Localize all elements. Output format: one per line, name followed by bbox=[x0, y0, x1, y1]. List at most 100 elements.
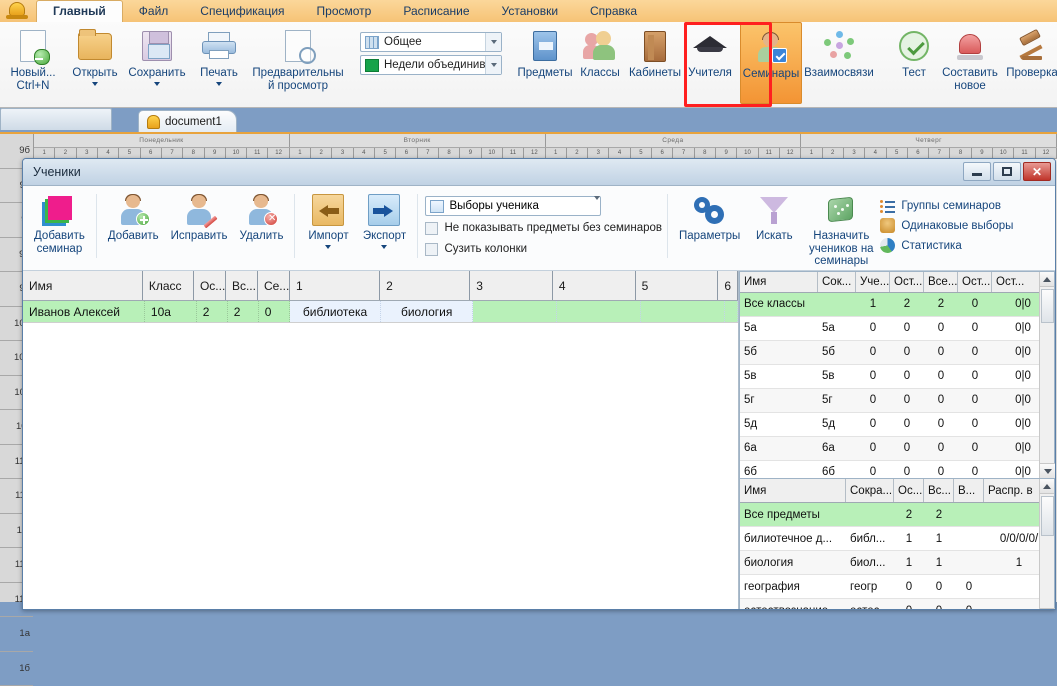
add-seminar-button[interactable]: Добавить семинар bbox=[28, 186, 91, 268]
table-cell[interactable]: 0 bbox=[894, 599, 924, 610]
table-cell[interactable]: геогр bbox=[846, 575, 894, 598]
save-button[interactable]: Сохранить bbox=[126, 22, 188, 104]
table-cell[interactable]: 1 bbox=[856, 293, 890, 316]
student-choices-combo[interactable]: Выборы ученика bbox=[425, 196, 601, 216]
table-cell[interactable]: 2 bbox=[197, 301, 228, 322]
table-cell[interactable]: 10а bbox=[145, 301, 197, 322]
table-cell[interactable]: 0 bbox=[958, 389, 992, 412]
table-cell[interactable]: 0 bbox=[890, 437, 924, 460]
ribbon-tab-prosmotr[interactable]: Просмотр bbox=[301, 1, 388, 22]
subjects-column-header[interactable]: Вс... bbox=[924, 479, 954, 502]
table-cell[interactable]: 0 bbox=[890, 365, 924, 388]
table-row[interactable]: естествознаниеестес...000 bbox=[740, 599, 1054, 610]
table-cell[interactable]: 0 bbox=[958, 461, 992, 478]
table-cell[interactable]: 0 bbox=[958, 293, 992, 316]
table-cell[interactable]: Все предметы bbox=[740, 503, 846, 526]
table-cell[interactable]: 5б bbox=[818, 341, 856, 364]
table-cell[interactable]: 0 bbox=[856, 389, 890, 412]
print-preview-button[interactable]: Предварительный просмотр bbox=[250, 22, 346, 104]
table-row[interactable]: билиотечное д...библ...110/0/0/0/ bbox=[740, 527, 1054, 551]
relations-button[interactable]: Взаимосвязи bbox=[802, 22, 876, 104]
import-dropdown-arrow-icon[interactable] bbox=[325, 245, 331, 249]
table-cell[interactable]: 1 bbox=[894, 551, 924, 574]
table-cell[interactable]: 1 bbox=[924, 551, 954, 574]
classes-table-scrollbar[interactable] bbox=[1039, 272, 1054, 478]
table-cell[interactable]: 5а bbox=[740, 317, 818, 340]
table-cell[interactable]: 0 bbox=[924, 317, 958, 340]
table-cell[interactable]: Иванов Алексей bbox=[23, 301, 145, 322]
students-column-header[interactable]: 3 bbox=[470, 271, 553, 300]
table-row[interactable]: 5д5д00000|0 bbox=[740, 413, 1054, 437]
ribbon-tab-spravka[interactable]: Справка bbox=[574, 1, 653, 22]
table-cell[interactable]: 1 bbox=[894, 527, 924, 550]
table-cell[interactable]: 0 bbox=[954, 575, 984, 598]
table-cell[interactable]: 0 bbox=[856, 461, 890, 478]
students-column-header[interactable]: Ос... bbox=[194, 271, 226, 300]
save-dropdown-arrow-icon[interactable] bbox=[154, 82, 160, 86]
table-cell[interactable] bbox=[954, 551, 984, 574]
table-cell[interactable]: 0 bbox=[890, 461, 924, 478]
view-mode-combo[interactable]: Общее bbox=[360, 32, 502, 52]
scroll-up-icon[interactable] bbox=[1040, 479, 1054, 494]
table-cell[interactable]: 5в bbox=[740, 365, 818, 388]
table-cell[interactable] bbox=[954, 503, 984, 526]
table-cell[interactable]: 5а bbox=[818, 317, 856, 340]
ribbon-tab-specifikaciya[interactable]: Спецификация bbox=[184, 1, 300, 22]
table-cell[interactable]: 2 bbox=[924, 503, 954, 526]
table-cell[interactable]: 0 bbox=[924, 461, 958, 478]
minimize-button[interactable] bbox=[963, 162, 991, 181]
table-cell[interactable]: 0 bbox=[856, 437, 890, 460]
table-row[interactable]: 5а5а00000|0 bbox=[740, 317, 1054, 341]
table-cell[interactable]: 0 bbox=[958, 365, 992, 388]
subjects-table-scrollbar[interactable] bbox=[1039, 479, 1054, 610]
student-choices-chevron-down-icon[interactable] bbox=[594, 200, 600, 212]
table-cell[interactable] bbox=[641, 301, 725, 322]
open-dropdown-arrow-icon[interactable] bbox=[92, 82, 98, 86]
table-cell[interactable]: 0 bbox=[924, 599, 954, 610]
table-row[interactable]: Иванов Алексей10а220библиотекабиология bbox=[23, 301, 738, 323]
table-cell[interactable]: 0 bbox=[958, 341, 992, 364]
subjects-column-header[interactable]: Ос... bbox=[894, 479, 924, 502]
table-row[interactable]: 5б5б00000|0 bbox=[740, 341, 1054, 365]
table-cell[interactable]: 0 bbox=[958, 317, 992, 340]
teachers-button[interactable]: Учителя bbox=[684, 22, 736, 104]
table-row[interactable]: географиягеогр000 bbox=[740, 575, 1054, 599]
table-cell[interactable]: 6б bbox=[740, 461, 818, 478]
ribbon-tab-ustanovki[interactable]: Установки bbox=[486, 1, 574, 22]
parameters-button[interactable]: Параметры bbox=[673, 186, 746, 268]
students-column-header[interactable]: Класс bbox=[143, 271, 194, 300]
table-cell[interactable] bbox=[557, 301, 641, 322]
table-cell[interactable]: 0 bbox=[259, 301, 290, 322]
table-row[interactable]: 6а6а00000|0 bbox=[740, 437, 1054, 461]
seminar-groups-link[interactable]: Группы семинаров bbox=[880, 198, 1013, 213]
table-cell[interactable]: 5б bbox=[740, 341, 818, 364]
students-column-header[interactable]: Имя bbox=[23, 271, 143, 300]
table-cell[interactable] bbox=[725, 301, 738, 322]
restore-button[interactable] bbox=[993, 162, 1021, 181]
table-cell[interactable]: география bbox=[740, 575, 846, 598]
scroll-up-icon[interactable] bbox=[1040, 272, 1054, 287]
print-button[interactable]: Печать bbox=[188, 22, 250, 104]
document-tab[interactable]: document1 bbox=[138, 110, 237, 132]
classes-column-header[interactable]: Сок... bbox=[818, 272, 856, 292]
import-button[interactable]: Импорт bbox=[300, 186, 356, 268]
table-cell[interactable]: 0 bbox=[856, 341, 890, 364]
seminars-button[interactable]: Семинары bbox=[740, 22, 802, 104]
table-cell[interactable]: 0 bbox=[924, 365, 958, 388]
subjects-column-header[interactable]: Имя bbox=[740, 479, 846, 502]
narrow-columns-checkbox-box[interactable] bbox=[425, 243, 438, 256]
view-mode-chevron-down-icon[interactable] bbox=[485, 33, 501, 51]
open-button[interactable]: Открыть bbox=[64, 22, 126, 104]
table-cell[interactable]: 0 bbox=[924, 575, 954, 598]
table-cell[interactable]: 5г bbox=[818, 389, 856, 412]
scroll-thumb[interactable] bbox=[1041, 496, 1054, 536]
assign-students-button[interactable]: Назначить учеников на семинары bbox=[802, 186, 880, 268]
classes-column-header[interactable]: Имя bbox=[740, 272, 818, 292]
ribbon-tab-raspisanie[interactable]: Расписание bbox=[387, 1, 485, 22]
table-cell[interactable]: 0 bbox=[894, 575, 924, 598]
table-cell[interactable]: билиотечное д... bbox=[740, 527, 846, 550]
check-button[interactable]: Проверка bbox=[1002, 22, 1057, 104]
print-dropdown-arrow-icon[interactable] bbox=[216, 82, 222, 86]
table-cell[interactable]: библиотека bbox=[290, 301, 382, 322]
table-cell[interactable] bbox=[954, 527, 984, 550]
